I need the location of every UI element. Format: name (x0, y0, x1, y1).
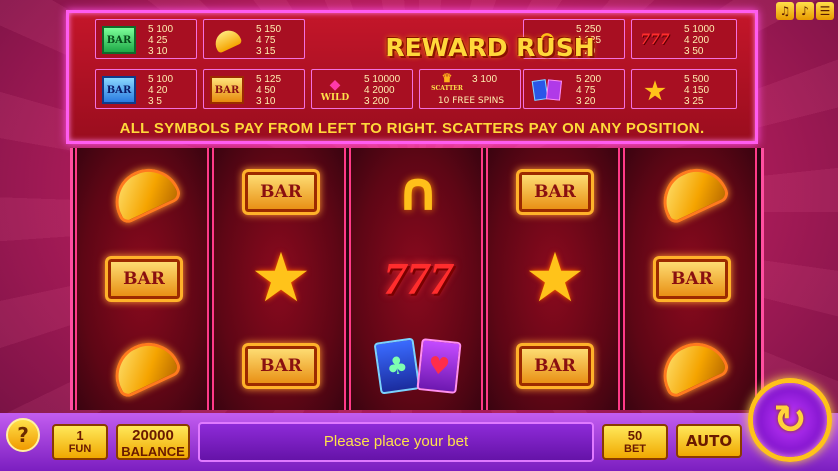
pays: 5 150 4 75 3 15 (256, 24, 282, 57)
pays: 5 100 4 20 3 5 (148, 74, 174, 107)
symbol-bell (77, 322, 211, 409)
balance-label: BALANCE (121, 444, 185, 459)
utility-icons: ♫ ♪ ☰ (776, 2, 834, 20)
bell-icon (210, 26, 244, 54)
symbol-sevens: 777 (351, 235, 485, 322)
single-bar-icon: BAR (102, 76, 136, 104)
bell-icon (652, 331, 732, 400)
reel-4: BAR ★ BAR (486, 148, 620, 410)
paytable-entry-wild: ◆ WILD 5 10000 4 2000 3 200 (311, 69, 413, 109)
symbol-bell (625, 148, 759, 235)
fun-coin-selector[interactable]: 1 FUN (52, 424, 108, 460)
bet-value: 50 (627, 428, 643, 443)
sevens-icon: 777 (383, 253, 453, 304)
bet-label: BET (624, 443, 646, 455)
paytable-entry-triple-bar: BAR 5 100 4 25 3 10 (95, 19, 197, 59)
bar-icon: BAR (653, 255, 731, 302)
pays: 5 1000 4 200 3 50 (684, 24, 715, 57)
pays: 5 500 4 150 3 25 (684, 74, 710, 107)
symbol-horseshoe: ∩ (351, 148, 485, 235)
pays: 5 200 4 75 3 20 (576, 74, 602, 107)
paytable-entry-double-bar: BAR 5 125 4 50 3 10 (203, 69, 305, 109)
paytable-entry-sevens: 777 5 1000 4 200 3 50 (631, 19, 737, 59)
fun-label: FUN (68, 443, 92, 455)
pays: 5 100 4 25 3 10 (148, 24, 174, 57)
spin-refresh-icon: ↻ (773, 397, 807, 443)
reels-area: BAR BAR ★ BAR ∩ 777 ♣ ♥ BAR ★ BAR BAR (70, 148, 764, 410)
pays: 5 125 4 50 3 10 (256, 74, 282, 107)
help-button[interactable]: ? (6, 418, 40, 452)
star-icon: ★ (644, 75, 666, 105)
balance-display: 20000 BALANCE (116, 424, 190, 460)
bar-icon: BAR (242, 168, 320, 215)
paytable: BAR 5 100 4 25 3 10 5 150 4 75 3 15 ∩ 5 250 4… (66, 10, 758, 144)
symbol-bar: BAR (488, 148, 622, 235)
star-icon: ★ (250, 238, 312, 318)
symbol-cards: ♣ ♥ (351, 322, 485, 409)
reel-1: BAR (75, 148, 209, 410)
symbol-bar: BAR (77, 235, 211, 322)
speaker-icon[interactable]: ♫ (776, 2, 794, 20)
hamburger-menu-icon[interactable]: ☰ (816, 2, 834, 20)
club-card-icon: ♣ (373, 336, 421, 395)
paytable-entry-bell: 5 150 4 75 3 15 (203, 19, 305, 59)
paytable-entry-single-bar: BAR 5 100 4 20 3 5 (95, 69, 197, 109)
bell-icon (104, 157, 184, 226)
bar-icon: BAR (242, 342, 320, 389)
scatter-crown-icon: ♛ SCATTER (431, 70, 463, 92)
bar-icon: BAR (516, 168, 594, 215)
auto-button[interactable]: AUTO (676, 424, 742, 458)
reel-3: ∩ 777 ♣ ♥ (349, 148, 483, 410)
spin-button[interactable]: ↻ (748, 378, 832, 462)
balance-value: 20000 (132, 427, 174, 444)
game-title: REWARD RUSH (385, 33, 595, 62)
status-message: Please place your bet (198, 422, 594, 462)
free-spins-text: 10 FREE SPINS (437, 96, 505, 106)
symbol-bar: BAR (488, 322, 622, 409)
pays: 3 100 (472, 74, 498, 85)
horseshoe-icon: ∩ (396, 159, 440, 223)
bell-icon (104, 331, 184, 400)
symbol-bar: BAR (214, 148, 348, 235)
pays: 5 10000 4 2000 3 200 (364, 74, 401, 107)
symbol-star: ★ (488, 235, 622, 322)
double-bar-icon: BAR (210, 76, 244, 104)
paytable-entry-cards: 5 200 4 75 3 20 (523, 69, 625, 109)
symbol-bell (625, 322, 759, 409)
triple-bar-icon: BAR (102, 26, 136, 54)
symbol-star: ★ (214, 235, 348, 322)
wild-gem-icon: ◆ WILD (320, 77, 350, 103)
sevens-icon: 777 (640, 32, 670, 48)
reel-2: BAR ★ BAR (212, 148, 346, 410)
heart-card-icon: ♥ (416, 337, 462, 394)
bar-icon: BAR (516, 342, 594, 389)
bet-selector[interactable]: 50 BET (602, 424, 668, 460)
symbol-bar: BAR (214, 322, 348, 409)
cards-icon: ♣ ♥ (373, 336, 462, 395)
star-icon: ★ (524, 238, 586, 318)
paytable-rule: ALL SYMBOLS PAY FROM LEFT TO RIGHT. SCAT… (119, 120, 705, 137)
symbol-bell (77, 148, 211, 235)
bell-icon (652, 157, 732, 226)
paytable-entry-star: ★ 5 500 4 150 3 25 (631, 69, 737, 109)
cards-icon (530, 76, 564, 104)
fun-value: 1 (76, 428, 84, 443)
paytable-entry-scatter: ♛ SCATTER 3 100 10 FREE SPINS (419, 69, 521, 109)
music-note-icon[interactable]: ♪ (796, 2, 814, 20)
symbol-bar: BAR (625, 235, 759, 322)
reel-5: BAR (623, 148, 757, 410)
bar-icon: BAR (105, 255, 183, 302)
